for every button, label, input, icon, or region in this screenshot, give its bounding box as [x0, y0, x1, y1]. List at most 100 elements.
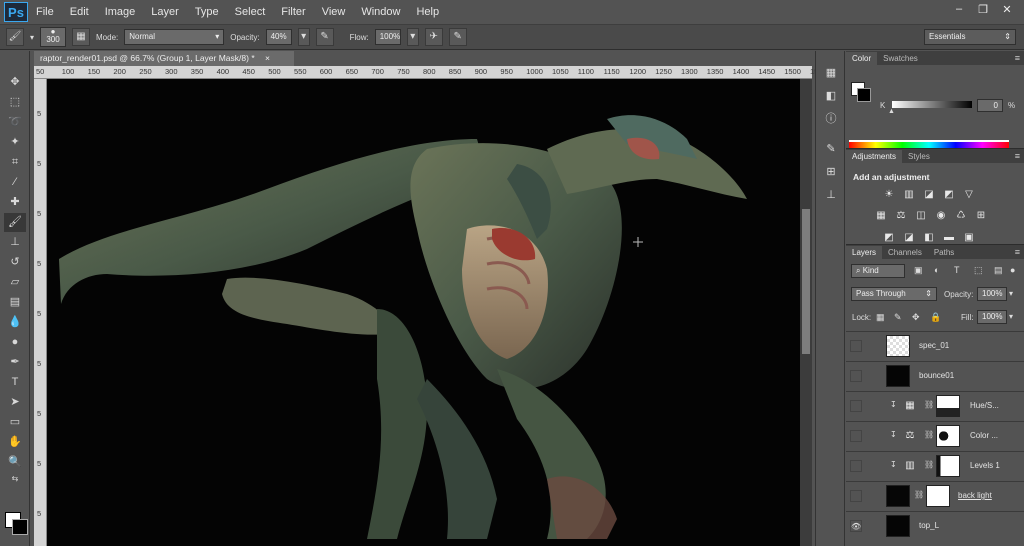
selective-color-icon[interactable]: ▣ [962, 232, 976, 244]
eraser-tool-icon[interactable]: ▱ [4, 273, 26, 292]
layer-row[interactable]: ↧ ▦ ⛓ Hue/S... [846, 391, 1024, 421]
healing-brush-tool-icon[interactable]: ✚ [4, 193, 26, 212]
crop-tool-icon[interactable]: ⌗ [4, 153, 26, 172]
pressure-opacity-icon[interactable]: ✎ [315, 28, 334, 46]
menu-select[interactable]: Select [227, 6, 274, 18]
menu-window[interactable]: Window [353, 6, 408, 18]
layer-mask-thumbnail[interactable] [936, 455, 960, 477]
menu-filter[interactable]: Filter [273, 6, 313, 18]
brush-size-picker[interactable]: ● 300 [40, 27, 67, 47]
menu-file[interactable]: File [28, 6, 62, 18]
clone-source-icon[interactable]: ⊥ [821, 185, 841, 205]
layer-row[interactable]: ↧ ▥ ⛓ Levels 1 [846, 451, 1024, 481]
default-colors-icon[interactable]: ⇆ [4, 473, 26, 485]
brush-tool-preset-icon[interactable]: 🖌 [6, 28, 24, 46]
type-tool-icon[interactable]: T [4, 373, 26, 392]
fill-chevron-icon[interactable]: ▾ [1009, 312, 1013, 321]
tab-color[interactable]: Color [846, 52, 878, 65]
airbrush-icon[interactable]: ✈ [424, 28, 443, 46]
visibility-toggle[interactable] [850, 370, 862, 382]
layer-mask-thumbnail[interactable] [936, 395, 960, 417]
layer-filter-kind-select[interactable]: ⌕ Kind [851, 264, 905, 278]
canvas-vertical-scrollbar[interactable] [800, 79, 812, 546]
layer-opacity-input[interactable]: 100% [977, 287, 1007, 301]
tab-channels[interactable]: Channels [882, 246, 928, 259]
link-icon[interactable]: ⛓ [924, 430, 934, 439]
filter-toggle-icon[interactable]: ● [1010, 265, 1015, 275]
menu-edit[interactable]: Edit [62, 6, 97, 18]
minimize-button[interactable]: – [950, 3, 968, 19]
marquee-tool-icon[interactable]: ⬚ [4, 93, 26, 112]
filter-type-icon[interactable]: T [954, 265, 960, 275]
menu-view[interactable]: View [314, 6, 354, 18]
threshold-icon[interactable]: ◧ [922, 232, 936, 244]
mode-select[interactable]: Normal ▾ [124, 29, 225, 45]
horizontal-ruler[interactable]: 50 100 150 200 250 300 350 400 450 500 550 600 650 70… [34, 66, 823, 79]
tab-adjustments[interactable]: Adjustments [846, 150, 903, 163]
panel-menu-icon[interactable]: ≡ [1015, 150, 1020, 163]
black-white-icon[interactable]: ◫ [914, 210, 928, 222]
tab-paths[interactable]: Paths [928, 246, 960, 259]
document-tab[interactable]: raptor_render01.psd @ 66.7% (Group 1, La… [34, 51, 294, 66]
brightness-contrast-icon[interactable]: ☀ [882, 189, 896, 201]
levels-icon[interactable]: ▥ [902, 189, 916, 201]
layer-row[interactable]: bounce01 [846, 361, 1024, 391]
gradient-tool-icon[interactable]: ▤ [4, 293, 26, 312]
panel-menu-icon[interactable]: ≡ [1015, 246, 1020, 259]
gradient-map-icon[interactable]: ▬ [942, 232, 956, 244]
layer-row[interactable]: spec_01 [846, 331, 1024, 361]
hue-saturation-icon[interactable]: ▦ [874, 210, 888, 222]
blur-tool-icon[interactable]: 💧 [4, 313, 26, 332]
visibility-toggle[interactable] [850, 460, 862, 472]
clone-stamp-tool-icon[interactable]: ⊥ [4, 233, 26, 252]
hand-tool-icon[interactable]: ✋ [4, 433, 26, 452]
invert-icon[interactable]: ◩ [882, 232, 896, 244]
history-brush-tool-icon[interactable]: ↺ [4, 253, 26, 272]
panel-menu-icon[interactable]: ≡ [1015, 52, 1020, 65]
move-tool-icon[interactable]: ✥ [4, 73, 26, 92]
path-selection-tool-icon[interactable]: ➤ [4, 393, 26, 412]
color-bg-swatch[interactable] [857, 88, 871, 102]
curves-icon[interactable]: ◪ [922, 189, 936, 201]
exposure-icon[interactable]: ◩ [942, 189, 956, 201]
workspace-select[interactable]: Essentials ⇕ [924, 29, 1016, 45]
tab-styles[interactable]: Styles [902, 150, 936, 163]
vibrance-icon[interactable]: ▽ [962, 189, 976, 201]
close-tab-icon[interactable]: × [265, 53, 270, 63]
lock-image-icon[interactable]: ✎ [894, 312, 902, 323]
layer-mask-thumbnail[interactable] [936, 425, 960, 447]
quick-selection-tool-icon[interactable]: ✦ [4, 133, 26, 152]
posterize-icon[interactable]: ◪ [902, 232, 916, 244]
filter-pixel-icon[interactable]: ▣ [914, 265, 923, 276]
fill-input[interactable]: 100% [977, 310, 1007, 324]
link-icon[interactable]: ⛓ [924, 400, 934, 409]
visibility-toggle[interactable] [850, 400, 862, 412]
shape-tool-icon[interactable]: ▭ [4, 413, 26, 432]
menu-type[interactable]: Type [187, 6, 227, 18]
visibility-toggle[interactable] [850, 340, 862, 352]
document-canvas[interactable] [47, 79, 800, 546]
pressure-size-icon[interactable]: ✎ [448, 28, 467, 46]
brush-tool-icon[interactable]: 🖌 [4, 213, 26, 232]
filter-smart-object-icon[interactable]: ▤ [994, 265, 1003, 276]
layer-row[interactable]: 👁 top_L [846, 511, 1024, 541]
link-icon[interactable]: ⛓ [924, 460, 934, 469]
brush-panel-icon[interactable]: ✎ [821, 139, 841, 159]
slider-handle-icon[interactable]: ▲ [888, 108, 895, 115]
eyedropper-tool-icon[interactable]: ⁄ [4, 173, 26, 192]
tab-swatches[interactable]: Swatches [877, 52, 924, 65]
link-icon[interactable]: ⛓ [914, 490, 924, 499]
brush-panel-toggle-icon[interactable]: ▦ [72, 28, 91, 46]
k-slider[interactable] [892, 101, 972, 108]
opacity-slider-chevron-icon[interactable]: ▾ [297, 28, 310, 46]
visibility-toggle[interactable] [850, 490, 862, 502]
menu-help[interactable]: Help [408, 6, 447, 18]
layer-mask-thumbnail[interactable] [926, 485, 950, 507]
properties-panel-icon[interactable]: ◧ [821, 86, 841, 106]
color-lookup-icon[interactable]: ⊞ [974, 210, 988, 222]
zoom-tool-icon[interactable]: 🔍 [4, 453, 26, 472]
filter-adjustment-icon[interactable]: ◐ [934, 265, 939, 275]
lock-transparent-icon[interactable]: ▦ [876, 312, 885, 323]
photo-filter-icon[interactable]: ◉ [934, 210, 948, 222]
menu-image[interactable]: Image [97, 6, 144, 18]
